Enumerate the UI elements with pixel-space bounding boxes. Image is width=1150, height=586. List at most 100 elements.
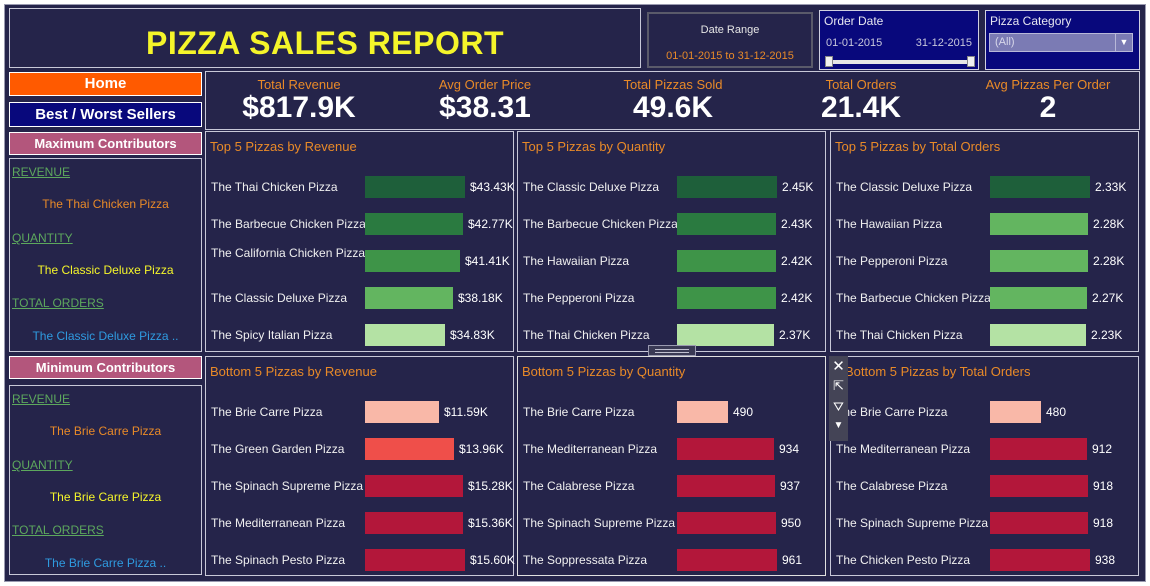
date-slider-end-handle[interactable] xyxy=(967,56,975,67)
bar-value-label: 2.27K xyxy=(1092,291,1124,305)
bar-value-label: $42.77K xyxy=(468,217,513,231)
chevron-down-icon[interactable]: ▼ xyxy=(1115,34,1132,51)
chart-row[interactable]: The Spinach Pesto Pizza $15.60K xyxy=(206,549,515,571)
chart-row[interactable]: The Classic Deluxe Pizza 2.45K xyxy=(518,176,825,198)
bar-value-label: $11.59K xyxy=(444,405,488,419)
min-total-orders-heading[interactable]: TOTAL ORDERS xyxy=(12,523,104,537)
bar[interactable] xyxy=(990,401,1041,423)
min-quantity-heading[interactable]: QUANTITY xyxy=(12,458,73,472)
bar[interactable] xyxy=(365,512,463,534)
bar[interactable] xyxy=(365,213,463,235)
chart-row[interactable]: The Spinach Supreme Pizza $15.28K xyxy=(206,475,513,497)
home-button[interactable]: Home xyxy=(9,72,202,96)
bar-value-label: 2.23K xyxy=(1091,328,1123,342)
bar[interactable] xyxy=(677,324,774,346)
chart-row[interactable]: The Spinach Supreme Pizza 950 xyxy=(518,512,825,534)
pizza-name-label: The Soppressata Pizza xyxy=(523,553,648,567)
bar[interactable] xyxy=(990,549,1090,571)
bar[interactable] xyxy=(677,287,776,309)
chart-row[interactable]: The Green Garden Pizza $13.96K xyxy=(206,438,513,460)
bar[interactable] xyxy=(677,176,777,198)
pizza-name-label: The Thai Chicken Pizza xyxy=(211,180,338,194)
pizza-category-select[interactable]: (All) ▼ xyxy=(989,33,1133,52)
max-revenue-heading[interactable]: REVENUE xyxy=(12,165,70,179)
chart-row[interactable]: The Mediterranean Pizza 912 xyxy=(831,438,1138,460)
chart-row[interactable]: The Spicy Italian Pizza $34.83K xyxy=(206,324,513,346)
chart-row[interactable]: The Pepperoni Pizza 2.42K xyxy=(518,287,825,309)
bar-value-label: 961 xyxy=(782,553,803,567)
pizza-name-label: The Mediterranean Pizza xyxy=(211,516,346,530)
maximum-contributors-button[interactable]: Maximum Contributors xyxy=(9,132,202,155)
bar[interactable] xyxy=(990,213,1088,235)
bar[interactable] xyxy=(365,250,460,272)
bar[interactable] xyxy=(365,176,465,198)
bar[interactable] xyxy=(990,324,1086,346)
max-total-orders-heading[interactable]: TOTAL ORDERS xyxy=(12,296,104,310)
top-orders-chart: Top 5 Pizzas by Total Orders The Classic… xyxy=(830,131,1139,352)
pizza-name-label: The Barbecue Chicken Pizza xyxy=(211,217,366,231)
dropdown-icon[interactable]: ▼ xyxy=(829,420,848,431)
bar[interactable] xyxy=(677,549,777,571)
order-date-filter[interactable]: Order Date 01-01-2015 31-12-2015 xyxy=(819,10,979,70)
bar[interactable] xyxy=(990,287,1087,309)
chart-row[interactable]: The Thai Chicken Pizza 2.23K xyxy=(831,324,1138,346)
chart-row[interactable]: The Hawaiian Pizza 2.42K xyxy=(518,250,825,272)
bar[interactable] xyxy=(365,475,463,497)
bar[interactable] xyxy=(365,324,445,346)
date-slider-start-handle[interactable] xyxy=(825,56,833,67)
chart-row[interactable]: The Thai Chicken Pizza $43.43K xyxy=(206,176,515,198)
best-worst-sellers-button[interactable]: Best / Worst Sellers xyxy=(9,102,202,127)
chart-row[interactable]: The Barbecue Chicken Pizza $42.77K xyxy=(206,213,513,235)
bar[interactable] xyxy=(365,549,465,571)
chart-row[interactable]: The Classic Deluxe Pizza 2.33K xyxy=(831,176,1138,198)
chart-row[interactable]: The Calabrese Pizza 918 xyxy=(831,475,1138,497)
chart-row[interactable]: The Brie Carre Pizza $11.59K xyxy=(206,401,513,423)
bar[interactable] xyxy=(990,475,1088,497)
minimum-contributors-button[interactable]: Minimum Contributors xyxy=(9,356,202,379)
chart-row[interactable]: The Pepperoni Pizza 2.28K xyxy=(831,250,1138,272)
bar[interactable] xyxy=(990,512,1088,534)
kpi-value: 49.6K xyxy=(632,91,714,124)
chart-row[interactable]: The Barbecue Chicken Pizza 2.27K xyxy=(831,287,1138,309)
pizza-name-label: The Spinach Pesto Pizza xyxy=(211,553,346,567)
chart-row[interactable]: The Soppressata Pizza 961 xyxy=(518,549,825,571)
pop-out-icon[interactable]: ⇱ xyxy=(829,378,848,394)
chart-row[interactable]: The Mediterranean Pizza $15.36K xyxy=(206,512,513,534)
bar[interactable] xyxy=(677,250,776,272)
bar-value-label: 918 xyxy=(1093,516,1114,530)
chart-row[interactable]: The Brie Carre Pizza 480 xyxy=(831,401,1138,423)
bottom-orders-chart: Bottom 5 Pizzas by Total Orders The Brie… xyxy=(830,356,1139,576)
chart-row[interactable]: The Brie Carre Pizza 490 xyxy=(518,401,825,423)
close-icon[interactable]: ✕ xyxy=(829,357,848,375)
bar[interactable] xyxy=(990,438,1087,460)
bar[interactable] xyxy=(365,287,453,309)
chart-row[interactable]: The Spinach Supreme Pizza 918 xyxy=(831,512,1138,534)
kpi-total-revenue: Total Revenue $817.9K xyxy=(209,72,389,124)
resize-grip-handle[interactable] xyxy=(648,345,696,356)
bar-value-label: 2.42K xyxy=(781,254,813,268)
bar[interactable] xyxy=(677,438,774,460)
bottom-quantity-chart: Bottom 5 Pizzas by Quantity The Brie Car… xyxy=(517,356,826,576)
bar[interactable] xyxy=(990,250,1088,272)
bar[interactable] xyxy=(677,512,776,534)
chart-row[interactable]: The Hawaiian Pizza 2.28K xyxy=(831,213,1138,235)
max-quantity-heading[interactable]: QUANTITY xyxy=(12,231,73,245)
date-slider-track[interactable] xyxy=(828,60,972,64)
bar[interactable] xyxy=(677,401,728,423)
chart-row[interactable]: The Barbecue Chicken Pizza 2.43K xyxy=(518,213,825,235)
chart-row[interactable]: The Classic Deluxe Pizza $38.18K xyxy=(206,287,513,309)
chart-row[interactable]: The California Chicken Pizza $41.41K xyxy=(206,246,513,272)
bar[interactable] xyxy=(677,213,776,235)
bar[interactable] xyxy=(365,401,439,423)
bar[interactable] xyxy=(990,176,1090,198)
date-range-label: Date Range xyxy=(700,24,760,36)
pizza-name-label: The Barbecue Chicken Pizza xyxy=(523,217,678,231)
chart-row[interactable]: The Calabrese Pizza 937 xyxy=(518,475,825,497)
chart-row[interactable]: The Mediterranean Pizza 934 xyxy=(518,438,825,460)
bar[interactable] xyxy=(365,438,454,460)
chart-row[interactable]: The Chicken Pesto Pizza 938 xyxy=(831,549,1138,571)
chart-row[interactable]: The Thai Chicken Pizza 2.37K xyxy=(518,324,825,346)
min-revenue-heading[interactable]: REVENUE xyxy=(12,392,70,406)
bar[interactable] xyxy=(677,475,775,497)
filter-icon[interactable]: ⛛ xyxy=(829,399,848,415)
